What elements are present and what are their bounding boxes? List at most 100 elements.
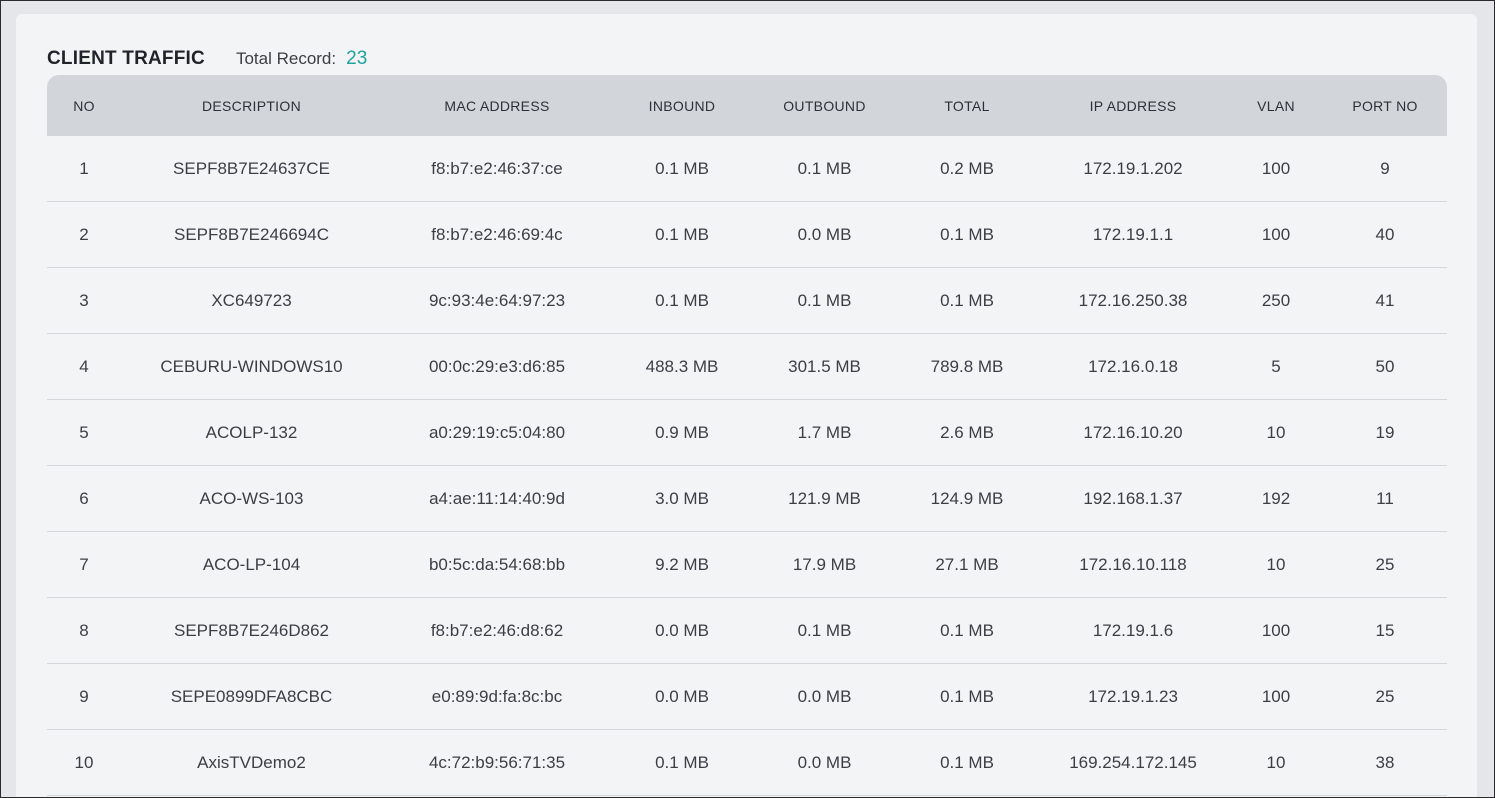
cell-total: 0.2 MB xyxy=(940,158,994,178)
cell-description: SEPE0899DFA8CBC xyxy=(170,686,333,706)
cell-description: AxisTVDemo2 xyxy=(197,752,306,772)
cell-description: SEPF8B7E246D862 xyxy=(174,620,329,640)
cell-outbound: 0.0 MB xyxy=(797,224,852,244)
cell-description: CEBURU-WINDOWS10 xyxy=(160,356,343,376)
table-body: 1 SEPF8B7E24637CE f8:b7:e2:46:37:ce 0.1 … xyxy=(47,136,1447,796)
cell-inbound: 0.1 MB xyxy=(655,224,709,244)
cell-vlan: 250 xyxy=(1261,290,1291,310)
table-row[interactable]: 7 ACO-LP-104 b0:5c:da:54:68:bb 9.2 MB 17… xyxy=(47,532,1447,598)
cell-port-no: 40 xyxy=(1375,224,1395,244)
app-frame: CLIENT TRAFFIC Total Record: 23 NO DESCR… xyxy=(0,0,1495,798)
cell-total: 0.1 MB xyxy=(940,752,994,772)
table-header: NO DESCRIPTION MAC ADDRESS INBOUND OUTBO… xyxy=(47,75,1447,136)
cell-vlan: 192 xyxy=(1261,488,1291,508)
total-record-count: 23 xyxy=(346,48,368,69)
table-row[interactable]: 10 AxisTVDemo2 4c:72:b9:56:71:35 0.1 MB … xyxy=(47,730,1447,796)
cell-outbound: 0.1 MB xyxy=(797,290,852,310)
cell-ip-address: 172.16.0.18 xyxy=(1088,356,1178,376)
cell-port-no: 19 xyxy=(1375,422,1395,442)
cell-port-no: 38 xyxy=(1375,752,1395,772)
cell-total: 2.6 MB xyxy=(940,422,994,442)
cell-inbound: 488.3 MB xyxy=(645,356,719,376)
cell-outbound: 0.1 MB xyxy=(797,158,852,178)
cell-no: 2 xyxy=(79,224,89,244)
cell-ip-address: 172.19.1.1 xyxy=(1092,224,1174,244)
panel-header: CLIENT TRAFFIC Total Record: 23 xyxy=(47,48,367,72)
cell-inbound: 9.2 MB xyxy=(655,554,709,574)
page-title: CLIENT TRAFFIC xyxy=(47,48,205,69)
table-row[interactable]: 8 SEPF8B7E246D862 f8:b7:e2:46:d8:62 0.0 … xyxy=(47,598,1447,664)
cell-mac-address: 00:0c:29:e3:d6:85 xyxy=(428,356,566,376)
cell-description: SEPF8B7E246694C xyxy=(174,224,329,244)
cell-inbound: 0.1 MB xyxy=(655,158,709,178)
column-header-mac-address[interactable]: MAC ADDRESS xyxy=(382,98,612,114)
cell-mac-address: 9c:93:4e:64:97:23 xyxy=(428,290,566,310)
table-row[interactable]: 5 ACOLP-132 a0:29:19:c5:04:80 0.9 MB 1.7… xyxy=(47,400,1447,466)
cell-vlan: 10 xyxy=(1266,752,1286,772)
cell-description: XC649723 xyxy=(211,290,292,310)
column-header-description[interactable]: DESCRIPTION xyxy=(121,98,382,114)
table-row[interactable]: 2 SEPF8B7E246694C f8:b7:e2:46:69:4c 0.1 … xyxy=(47,202,1447,268)
cell-outbound: 121.9 MB xyxy=(788,488,861,508)
column-header-ip-address[interactable]: IP ADDRESS xyxy=(1037,98,1229,114)
cell-inbound: 0.1 MB xyxy=(655,290,709,310)
cell-inbound: 0.1 MB xyxy=(655,752,709,772)
cell-vlan: 100 xyxy=(1261,224,1291,244)
cell-total: 789.8 MB xyxy=(930,356,1004,376)
column-header-total[interactable]: TOTAL xyxy=(897,98,1037,114)
cell-ip-address: 192.168.1.37 xyxy=(1083,488,1183,508)
cell-total: 0.1 MB xyxy=(940,686,994,706)
cell-mac-address: f8:b7:e2:46:69:4c xyxy=(431,224,563,244)
cell-no: 8 xyxy=(79,620,89,640)
cell-outbound: 301.5 MB xyxy=(788,356,861,376)
table-row[interactable]: 4 CEBURU-WINDOWS10 00:0c:29:e3:d6:85 488… xyxy=(47,334,1447,400)
cell-total: 124.9 MB xyxy=(930,488,1004,508)
cell-mac-address: a0:29:19:c5:04:80 xyxy=(428,422,566,442)
cell-vlan: 10 xyxy=(1266,554,1286,574)
cell-inbound: 0.0 MB xyxy=(655,620,709,640)
table-row[interactable]: 3 XC649723 9c:93:4e:64:97:23 0.1 MB 0.1 … xyxy=(47,268,1447,334)
cell-ip-address: 172.16.10.118 xyxy=(1079,554,1187,574)
cell-mac-address: e0:89:9d:fa:8c:bc xyxy=(431,686,563,706)
cell-inbound: 0.9 MB xyxy=(655,422,709,442)
cell-port-no: 50 xyxy=(1375,356,1395,376)
cell-port-no: 25 xyxy=(1375,554,1395,574)
cell-no: 4 xyxy=(79,356,89,376)
cell-port-no: 41 xyxy=(1375,290,1395,310)
table-row[interactable]: 6 ACO-WS-103 a4:ae:11:14:40:9d 3.0 MB 12… xyxy=(47,466,1447,532)
cell-no: 7 xyxy=(79,554,89,574)
cell-outbound: 0.0 MB xyxy=(797,686,852,706)
column-header-no[interactable]: NO xyxy=(47,98,121,114)
table-row[interactable]: 1 SEPF8B7E24637CE f8:b7:e2:46:37:ce 0.1 … xyxy=(47,136,1447,202)
column-header-port-no[interactable]: PORT NO xyxy=(1323,98,1447,114)
cell-ip-address: 172.16.250.38 xyxy=(1078,290,1188,310)
cell-port-no: 9 xyxy=(1380,158,1390,178)
cell-outbound: 1.7 MB xyxy=(797,422,852,442)
cell-mac-address: f8:b7:e2:46:d8:62 xyxy=(430,620,564,640)
cell-outbound: 0.1 MB xyxy=(797,620,852,640)
column-header-vlan[interactable]: VLAN xyxy=(1229,98,1323,114)
cell-port-no: 25 xyxy=(1375,686,1395,706)
cell-mac-address: 4c:72:b9:56:71:35 xyxy=(428,752,566,772)
cell-ip-address: 172.19.1.202 xyxy=(1083,158,1183,178)
cell-outbound: 17.9 MB xyxy=(792,554,857,574)
cell-description: ACO-LP-104 xyxy=(202,554,301,574)
cell-description: ACO-WS-103 xyxy=(199,488,304,508)
cell-vlan: 100 xyxy=(1261,686,1291,706)
cell-inbound: 3.0 MB xyxy=(655,488,709,508)
cell-total: 0.1 MB xyxy=(940,224,994,244)
cell-vlan: 100 xyxy=(1261,158,1291,178)
cell-no: 1 xyxy=(79,158,89,178)
column-header-inbound[interactable]: INBOUND xyxy=(612,98,752,114)
cell-total: 0.1 MB xyxy=(940,290,994,310)
cell-ip-address: 172.19.1.23 xyxy=(1088,686,1178,706)
cell-outbound: 0.0 MB xyxy=(797,752,852,772)
cell-vlan: 10 xyxy=(1266,422,1286,442)
column-header-outbound[interactable]: OUTBOUND xyxy=(752,98,897,114)
cell-no: 10 xyxy=(74,752,94,772)
cell-ip-address: 172.16.10.20 xyxy=(1083,422,1183,442)
table-row[interactable]: 9 SEPE0899DFA8CBC e0:89:9d:fa:8c:bc 0.0 … xyxy=(47,664,1447,730)
cell-total: 0.1 MB xyxy=(940,620,994,640)
cell-mac-address: a4:ae:11:14:40:9d xyxy=(429,488,565,508)
cell-description: ACOLP-132 xyxy=(205,422,298,442)
